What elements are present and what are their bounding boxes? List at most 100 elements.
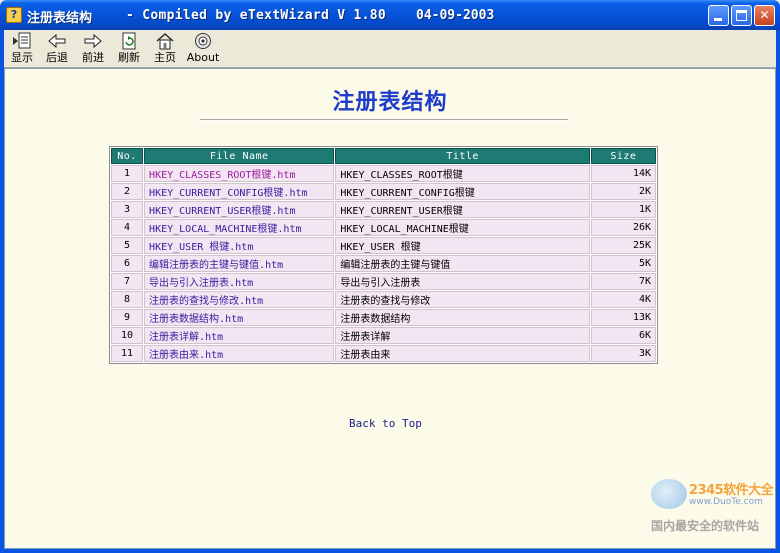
row-number: 7 xyxy=(111,273,144,290)
toolbar-show-button[interactable]: 显示 xyxy=(8,32,36,66)
row-size: 13K xyxy=(590,309,656,326)
minimize-icon xyxy=(714,18,722,21)
row-size: 2K xyxy=(590,183,656,200)
refresh-icon xyxy=(122,32,136,50)
close-button[interactable]: ✕ xyxy=(754,5,775,26)
row-title: 注册表由来 xyxy=(335,345,590,362)
table-row: 1 HKEY_CLASSES_ROOT根键.htm HKEY_CLASSES_R… xyxy=(111,165,656,182)
table-row: 4 HKEY_LOCAL_MACHINE根键.htm HKEY_LOCAL_MA… xyxy=(111,219,656,236)
title-bar[interactable]: ? 注册表结构 - Compiled by eTextWizard V 1.80… xyxy=(0,0,780,30)
row-size: 4K xyxy=(590,291,656,308)
file-name-link[interactable]: 注册表的查找与修改.htm xyxy=(144,291,335,308)
close-icon: ✕ xyxy=(759,8,770,22)
toolbar-label: 显示 xyxy=(11,51,33,64)
table-row: 10 注册表详解.htm 注册表详解 6K xyxy=(111,327,656,344)
help-file-icon[interactable]: ? xyxy=(6,7,22,23)
watermark-url: www.DuoTe.com xyxy=(689,497,763,507)
row-title: 注册表数据结构 xyxy=(335,309,590,326)
row-title: HKEY_USER 根键 xyxy=(335,237,590,254)
row-number: 3 xyxy=(111,201,144,218)
toolbar-label: 主页 xyxy=(154,51,176,64)
toolbar-label: 前进 xyxy=(82,51,104,64)
table-row: 9 注册表数据结构.htm 注册表数据结构 13K xyxy=(111,309,656,326)
row-size: 7K xyxy=(590,273,656,290)
about-icon xyxy=(195,33,211,49)
file-name-link[interactable]: HKEY_CURRENT_CONFIG根键.htm xyxy=(144,183,335,200)
row-number: 2 xyxy=(111,183,144,200)
file-name-link[interactable]: 注册表由来.htm xyxy=(144,345,335,362)
row-size: 6K xyxy=(590,327,656,344)
row-number: 9 xyxy=(111,309,144,326)
file-name-link[interactable]: 注册表数据结构.htm xyxy=(144,309,335,326)
build-date: 04-09-2003 xyxy=(416,8,495,23)
back-arrow-icon xyxy=(48,33,66,49)
file-name-link[interactable]: HKEY_CLASSES_ROOT根键.htm xyxy=(144,165,335,182)
row-number: 8 xyxy=(111,291,144,308)
row-title: HKEY_CURRENT_USER根键 xyxy=(335,201,590,218)
toolbar-about-button[interactable]: About xyxy=(186,32,220,66)
row-number: 4 xyxy=(111,219,144,236)
table-row: 8 注册表的查找与修改.htm 注册表的查找与修改 4K xyxy=(111,291,656,308)
row-number: 1 xyxy=(111,165,144,182)
row-size: 1K xyxy=(590,201,656,218)
table-row: 3 HKEY_CURRENT_USER根键.htm HKEY_CURRENT_U… xyxy=(111,201,656,218)
content-pane[interactable]: 注册表结构 No. File Name Title Size 1 HKEY_CL… xyxy=(4,68,776,549)
file-name-link[interactable]: HKEY_USER 根键.htm xyxy=(144,237,335,254)
table-row: 7 导出与引入注册表.htm 导出与引入注册表 7K xyxy=(111,273,656,290)
toolbar-label: 刷新 xyxy=(118,51,140,64)
toolbar-label: About xyxy=(186,51,220,64)
file-name-link[interactable]: 注册表详解.htm xyxy=(144,327,335,344)
table-header-row: No. File Name Title Size xyxy=(111,148,656,164)
row-size: 5K xyxy=(590,255,656,272)
row-size: 26K xyxy=(590,219,656,236)
table-row: 2 HKEY_CURRENT_CONFIG根键.htm HKEY_CURRENT… xyxy=(111,183,656,200)
minimize-button[interactable] xyxy=(708,5,729,26)
compiled-by-text: - Compiled by eTextWizard V 1.80 xyxy=(126,8,387,23)
table-row: 6 编辑注册表的主键与键值.htm 编辑注册表的主键与键值 5K xyxy=(111,255,656,272)
row-number: 6 xyxy=(111,255,144,272)
table-row: 5 HKEY_USER 根键.htm HKEY_USER 根键 25K xyxy=(111,237,656,254)
file-name-link[interactable]: HKEY_CURRENT_USER根键.htm xyxy=(144,201,335,218)
row-title: 注册表详解 xyxy=(335,327,590,344)
file-name-link[interactable]: 导出与引入注册表.htm xyxy=(144,273,335,290)
row-number: 5 xyxy=(111,237,144,254)
row-size: 3K xyxy=(590,345,656,362)
row-title: HKEY_CLASSES_ROOT根键 xyxy=(335,165,590,182)
row-title: 编辑注册表的主键与键值 xyxy=(335,255,590,272)
page-title: 注册表结构 xyxy=(332,90,448,115)
file-table: No. File Name Title Size 1 HKEY_CLASSES_… xyxy=(109,146,658,364)
row-size: 14K xyxy=(590,165,656,182)
column-header-file-name: File Name xyxy=(144,148,335,164)
back-to-top-link[interactable]: Back to Top xyxy=(349,417,422,430)
row-number: 11 xyxy=(111,345,144,362)
row-size: 25K xyxy=(590,237,656,254)
title-divider xyxy=(200,119,568,121)
app-window: ? 注册表结构 - Compiled by eTextWizard V 1.80… xyxy=(0,0,780,553)
file-name-link[interactable]: 编辑注册表的主键与键值.htm xyxy=(144,255,335,272)
home-icon xyxy=(156,33,174,50)
watermark-brand: 2345软件大全 xyxy=(689,483,774,498)
toolbar-label: 后退 xyxy=(46,51,68,64)
watermark-slogan: 国内最安全的软件站 xyxy=(651,519,760,533)
toolbar-home-button[interactable]: 主页 xyxy=(150,32,180,66)
row-number: 10 xyxy=(111,327,144,344)
row-title: 注册表的查找与修改 xyxy=(335,291,590,308)
file-name-link[interactable]: HKEY_LOCAL_MACHINE根键.htm xyxy=(144,219,335,236)
toolbar-forward-button[interactable]: 前进 xyxy=(78,32,108,66)
maximize-icon xyxy=(736,10,747,21)
column-header-title: Title xyxy=(335,148,590,164)
row-title: HKEY_CURRENT_CONFIG根键 xyxy=(335,183,590,200)
forward-arrow-icon xyxy=(84,33,102,49)
show-pane-icon xyxy=(13,32,31,49)
toolbar-back-button[interactable]: 后退 xyxy=(42,32,72,66)
window-title: 注册表结构 xyxy=(27,11,93,26)
mascot-icon xyxy=(651,479,687,509)
table-row: 11 注册表由来.htm 注册表由来 3K xyxy=(111,345,656,362)
watermark-logo: 2345软件大全 www.DuoTe.com 国内最安全的软件站 xyxy=(645,477,775,547)
maximize-button[interactable] xyxy=(731,5,752,26)
row-title: 导出与引入注册表 xyxy=(335,273,590,290)
column-header-no: No. xyxy=(111,148,144,164)
toolbar-refresh-button[interactable]: 刷新 xyxy=(114,32,144,66)
column-header-size: Size xyxy=(590,148,656,164)
toolbar: 显示 后退 前进 刷新 主页 About xyxy=(4,30,776,68)
